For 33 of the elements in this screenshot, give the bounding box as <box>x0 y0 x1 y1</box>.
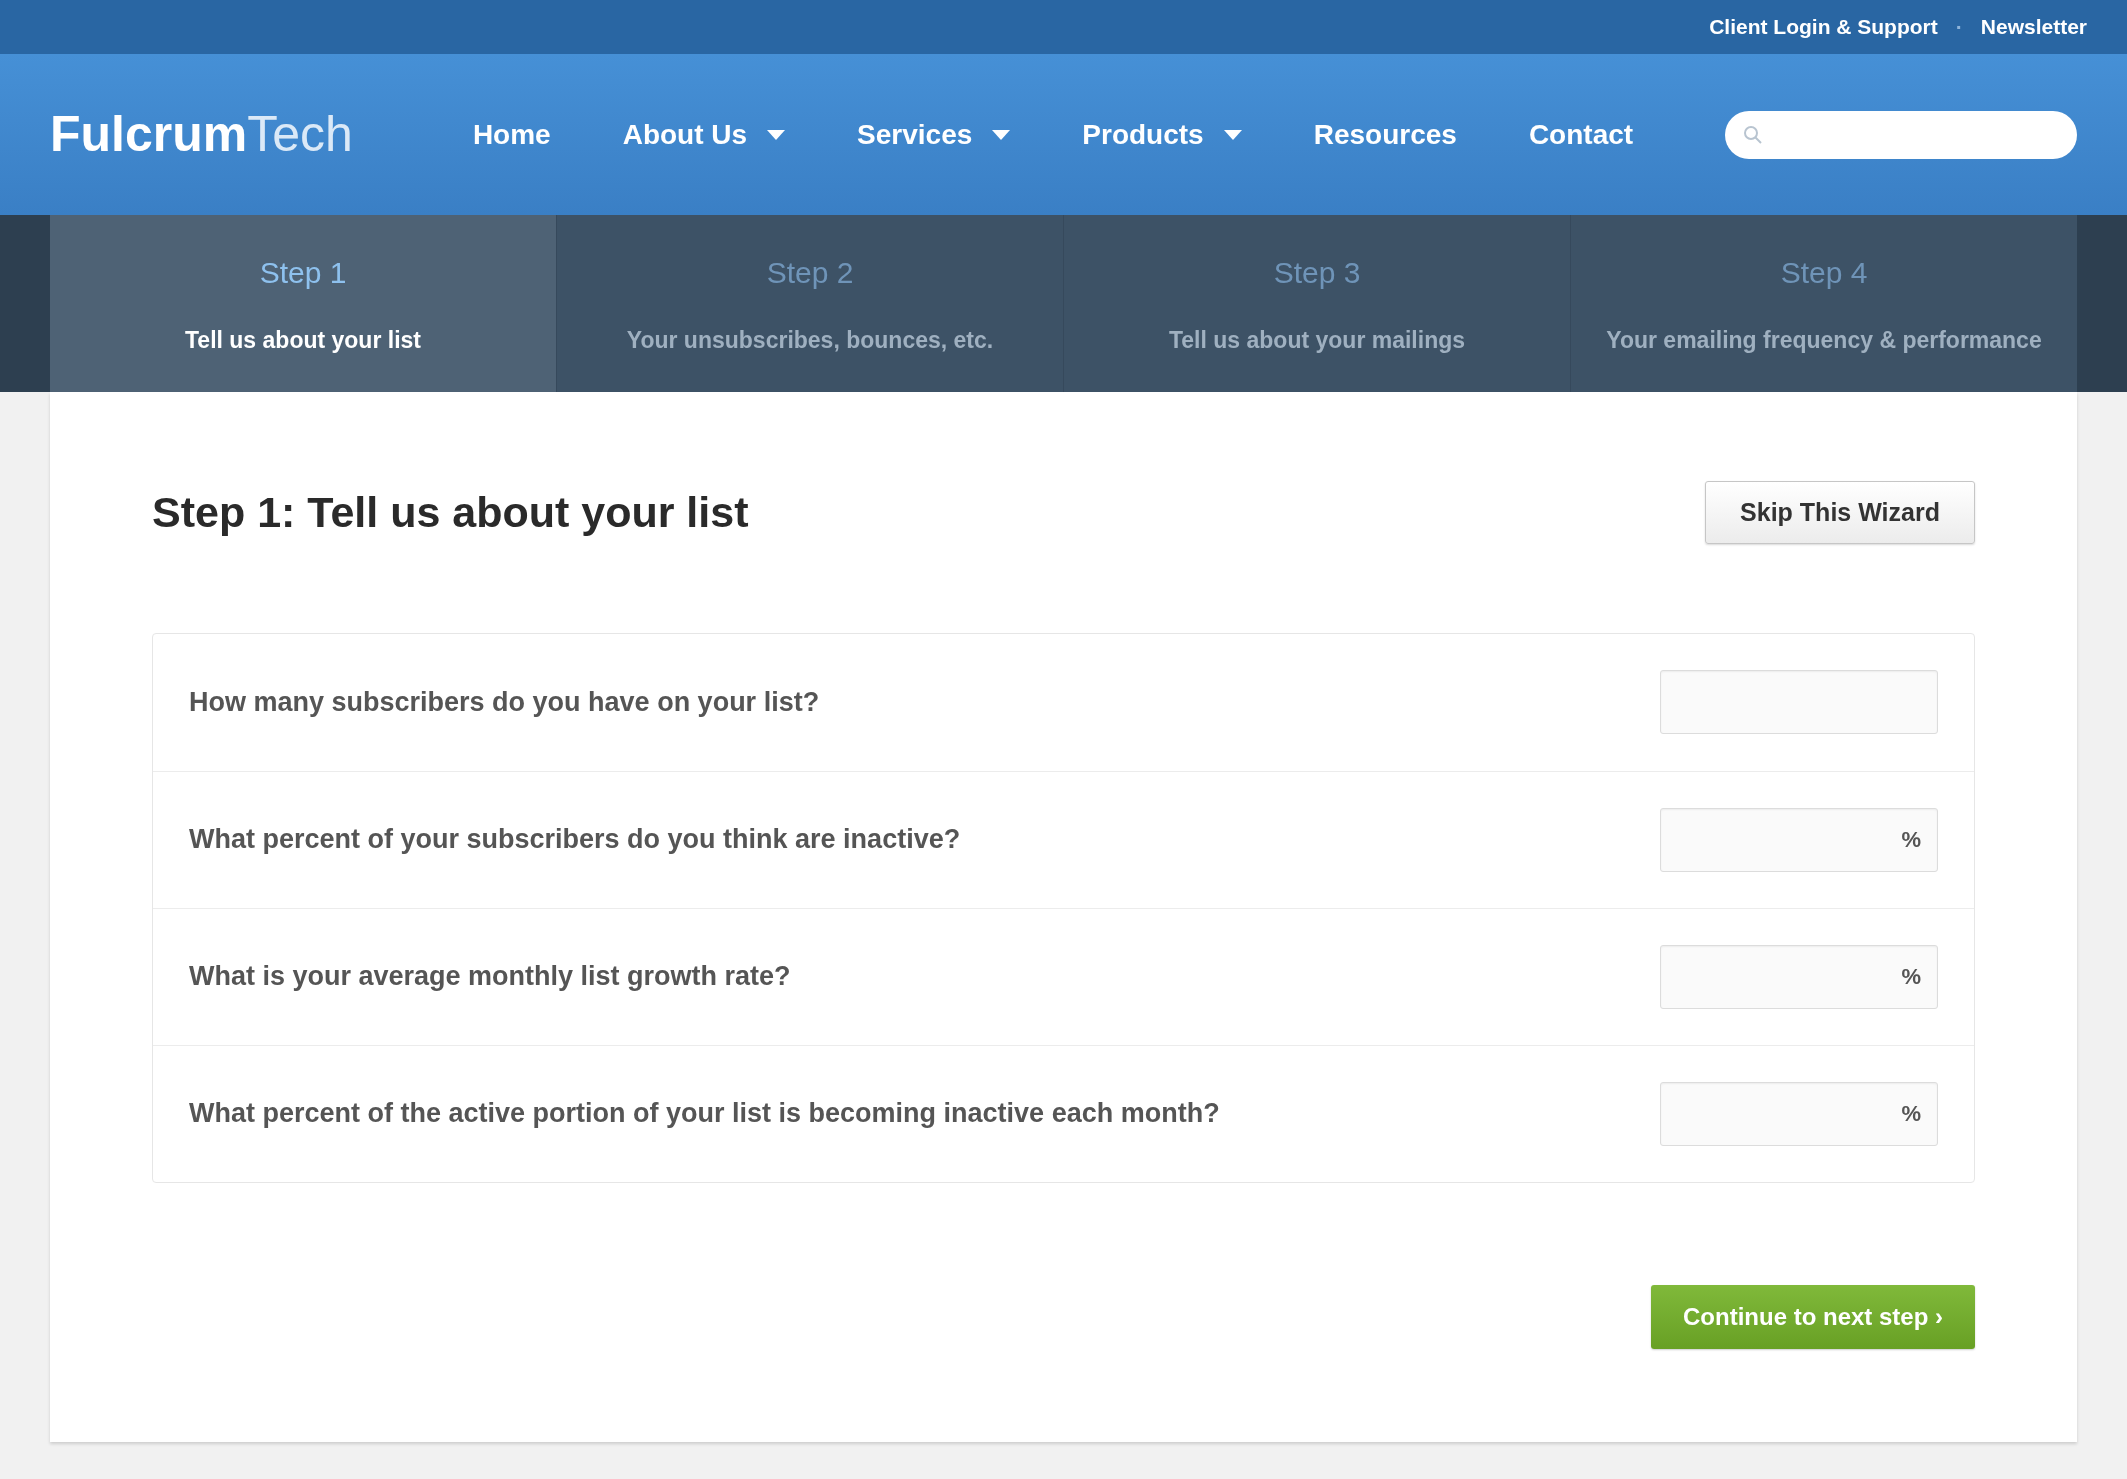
logo[interactable]: FulcrumTech <box>50 97 353 172</box>
percent-unit: % <box>1901 1100 1921 1128</box>
answer-field[interactable]: % <box>1660 807 1938 872</box>
nav-link[interactable]: Services <box>857 113 1011 156</box>
separator: · <box>1955 14 1963 41</box>
search-icon <box>1743 124 1763 145</box>
answer-field[interactable] <box>1660 670 1938 734</box>
answer-field[interactable]: % <box>1660 1081 1938 1146</box>
nav-link[interactable]: Home <box>472 113 551 156</box>
newsletter-link[interactable]: Newsletter <box>1980 11 2087 43</box>
page-heading: Step 1: Tell us about your list <box>152 487 749 538</box>
step-tab[interactable]: Step 3 Tell us about your mailings <box>1063 215 1570 392</box>
nav-link[interactable]: Products <box>1082 113 1242 156</box>
percent-unit: % <box>1901 826 1921 854</box>
answer-field[interactable]: % <box>1660 944 1938 1009</box>
question-label: How many subscribers do you have on your list? <box>189 685 820 719</box>
nav-link[interactable]: Resources <box>1313 113 1457 156</box>
percent-unit: % <box>1901 963 1921 991</box>
caret-icon <box>767 129 786 140</box>
caret-icon <box>992 129 1011 140</box>
caret-icon <box>1223 129 1242 140</box>
search-field[interactable] <box>1725 110 2077 159</box>
question-label: What percent of the active portion of your list is becoming inactive each month? <box>189 1097 1220 1131</box>
step-tab[interactable]: Step 2 Your unsubscribes, bounces, etc. <box>556 215 1063 392</box>
step-tab[interactable]: Step 1 Tell us about your list <box>50 215 556 392</box>
client-login-link[interactable]: Client Login & Support <box>1709 11 1938 43</box>
nav-link[interactable]: About Us <box>622 113 786 156</box>
nav-link[interactable]: Contact <box>1528 113 1634 156</box>
continue-button[interactable]: Continue to next step › <box>1651 1284 1975 1349</box>
skip-wizard-button[interactable]: Skip This Wizard <box>1705 480 1975 544</box>
question-label: What percent of your subscribers do you think are inactive? <box>189 823 961 857</box>
question-label: What is your average monthly list growth rate? <box>189 960 791 994</box>
step-tab[interactable]: Step 4 Your emailing frequency & performance <box>1570 215 2077 392</box>
